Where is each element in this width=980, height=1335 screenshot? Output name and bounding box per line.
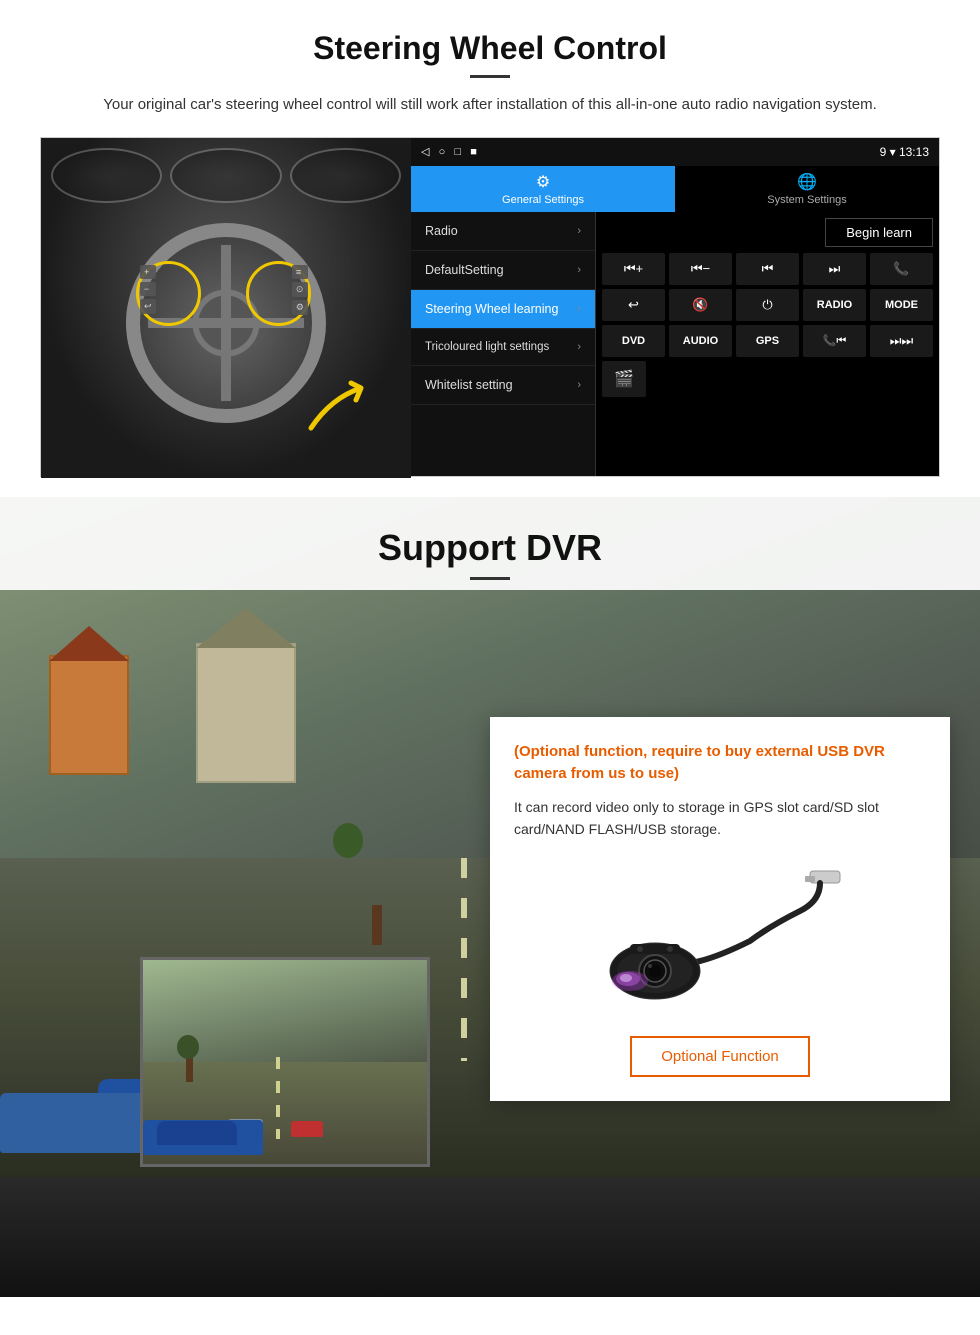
page-subtitle: Your original car's steering wheel contr… bbox=[100, 94, 880, 117]
statusbar-nav-icons: ◁ ○ □ ■ bbox=[421, 145, 477, 158]
steering-section: Steering Wheel Control Your original car… bbox=[0, 0, 980, 497]
begin-learn-row: Begin learn bbox=[602, 218, 933, 247]
camera-svg bbox=[580, 866, 860, 1006]
control-grid: ⏮+ ⏮− ⏮ ⏭ 📞 ↩ 🔇 ⏻ RADIO MODE DVD AUDIO bbox=[602, 253, 933, 357]
tab-system-settings[interactable]: 🌐 System Settings bbox=[675, 166, 939, 212]
thumb-inner bbox=[143, 960, 427, 1164]
power-button[interactable]: ⏻ bbox=[736, 289, 799, 321]
tab-general-label: General Settings bbox=[502, 194, 584, 206]
prev-track-button[interactable]: ⏮ bbox=[736, 253, 799, 285]
dvr-camera-illustration bbox=[514, 856, 926, 1016]
media-button[interactable]: 🎬 bbox=[602, 361, 646, 397]
menu-item-steering-wheel-learning[interactable]: Steering Wheel learning › bbox=[411, 290, 595, 329]
chevron-right-icon: › bbox=[577, 303, 581, 315]
optional-function-button[interactable]: Optional Function bbox=[630, 1036, 810, 1077]
menu-item-radio[interactable]: Radio › bbox=[411, 212, 595, 251]
android-content: Radio › DefaultSetting › Steering Wheel … bbox=[411, 212, 939, 476]
dvr-description: It can record video only to storage in G… bbox=[514, 796, 926, 841]
vol-up-button[interactable]: ⏮+ bbox=[602, 253, 665, 285]
system-icon: 🌐 bbox=[797, 172, 817, 192]
steering-demo-container: + − ↩ ≡ ⊙ ⚙ bbox=[40, 137, 940, 477]
phone-button[interactable]: 📞 bbox=[870, 253, 933, 285]
dvr-section: Support DVR bbox=[0, 497, 980, 1297]
gps-button[interactable]: GPS bbox=[736, 325, 799, 357]
menu-item-defaultsetting[interactable]: DefaultSetting › bbox=[411, 251, 595, 290]
dvr-title-area: Support DVR bbox=[0, 497, 980, 590]
chevron-right-icon: › bbox=[577, 264, 581, 276]
dvr-optional-text: (Optional function, require to buy exter… bbox=[514, 741, 926, 786]
mute-button[interactable]: 🔇 bbox=[669, 289, 732, 321]
title-divider bbox=[470, 75, 510, 78]
dvr-thumbnail bbox=[140, 957, 430, 1167]
chevron-right-icon: › bbox=[577, 225, 581, 237]
dvr-section-title: Support DVR bbox=[0, 527, 980, 569]
back-button[interactable]: ↩ bbox=[602, 289, 665, 321]
dvd-button[interactable]: DVD bbox=[602, 325, 665, 357]
steering-photo-inner: + − ↩ ≡ ⊙ ⚙ bbox=[41, 138, 411, 478]
dvr-info-card: (Optional function, require to buy exter… bbox=[490, 717, 950, 1102]
skip-next-button[interactable]: ⏭⏭ bbox=[870, 325, 933, 357]
dvr-title-divider bbox=[470, 577, 510, 580]
tab-system-label: System Settings bbox=[767, 194, 846, 206]
yellow-arrow-icon bbox=[301, 378, 381, 438]
steering-photo: + − ↩ ≡ ⊙ ⚙ bbox=[41, 138, 411, 478]
mode-button[interactable]: MODE bbox=[870, 289, 933, 321]
menu-item-tricoloured[interactable]: Tricoloured light settings › bbox=[411, 329, 595, 366]
dvr-dashboard-bottom bbox=[0, 1177, 980, 1297]
android-tabs: ⚙ General Settings 🌐 System Settings bbox=[411, 166, 939, 212]
menu-list: Radio › DefaultSetting › Steering Wheel … bbox=[411, 212, 596, 476]
gear-icon: ⚙ bbox=[536, 172, 550, 192]
statusbar-time: 9 ▾ 13:13 bbox=[880, 145, 929, 159]
audio-button[interactable]: AUDIO bbox=[669, 325, 732, 357]
android-statusbar: ◁ ○ □ ■ 9 ▾ 13:13 bbox=[411, 138, 939, 166]
menu-item-whitelist[interactable]: Whitelist setting › bbox=[411, 366, 595, 405]
chevron-right-icon: › bbox=[577, 379, 581, 391]
control-panel: Begin learn ⏮+ ⏮− ⏮ ⏭ 📞 ↩ 🔇 ⏻ RADIO bbox=[596, 212, 939, 476]
radio-button[interactable]: RADIO bbox=[803, 289, 866, 321]
phone-prev-button[interactable]: 📞⏮ bbox=[803, 325, 866, 357]
next-track-button[interactable]: ⏭ bbox=[803, 253, 866, 285]
vol-down-button[interactable]: ⏮− bbox=[669, 253, 732, 285]
begin-learn-button[interactable]: Begin learn bbox=[825, 218, 933, 247]
android-panel: ◁ ○ □ ■ 9 ▾ 13:13 ⚙ General Settings 🌐 S… bbox=[411, 138, 939, 476]
chevron-right-icon: › bbox=[577, 341, 581, 353]
page-title: Steering Wheel Control bbox=[40, 30, 940, 67]
tab-general-settings[interactable]: ⚙ General Settings bbox=[411, 166, 675, 212]
